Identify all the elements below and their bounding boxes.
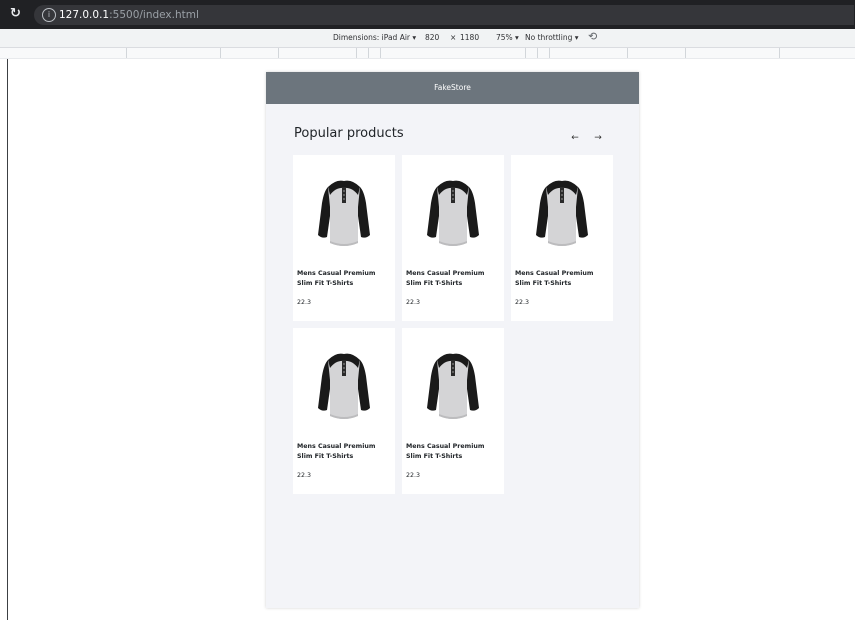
width-field[interactable]: 820: [425, 33, 439, 43]
product-price: 22.3: [406, 299, 421, 306]
product-card[interactable]: Mens Casual Premium Slim Fit T-Shirts 22…: [402, 155, 504, 321]
emulated-viewport: FakeStore Popular products ← → Mens Casu…: [0, 59, 855, 620]
url-bar[interactable]: i 127.0.0.1:5500/index.html: [34, 5, 854, 25]
product-card[interactable]: Mens Casual Premium Slim Fit T-Shirts 22…: [511, 155, 613, 321]
ruler-tick: [278, 48, 279, 58]
device-toolbar: Dimensions: iPad Air ▾ 820 × 1180 75% ▾ …: [0, 29, 855, 48]
ruler-tick: [368, 48, 369, 58]
henley-shirt-icon: [536, 180, 588, 246]
zoom-select[interactable]: 75% ▾: [496, 33, 519, 43]
ruler-tick: [779, 48, 780, 58]
device-select[interactable]: Dimensions: iPad Air ▾: [333, 33, 416, 43]
product-title: Mens Casual Premium Slim Fit T-Shirts: [406, 443, 485, 460]
url-host: 127.0.0.1: [59, 9, 110, 21]
henley-shirt-icon: [427, 353, 479, 419]
ruler-tick: [380, 48, 381, 58]
throttling-select[interactable]: No throttling ▾: [525, 33, 579, 43]
reload-icon[interactable]: ↻: [10, 7, 24, 21]
product-title: Mens Casual Premium Slim Fit T-Shirts: [406, 270, 485, 287]
dimension-times: ×: [450, 33, 457, 42]
ruler-tick: [356, 48, 357, 58]
ruler-tick: [220, 48, 221, 58]
product-title: Mens Casual Premium Slim Fit T-Shirts: [297, 270, 376, 287]
next-arrow-button[interactable]: →: [591, 132, 605, 144]
prev-arrow-button[interactable]: ←: [568, 132, 582, 144]
product-price: 22.3: [515, 299, 530, 306]
store-header: FakeStore: [266, 72, 639, 104]
media-query-ruler[interactable]: [0, 48, 855, 59]
henley-shirt-icon: [318, 180, 370, 246]
product-price: 22.3: [406, 472, 421, 479]
henley-shirt-icon: [318, 353, 370, 419]
rotate-icon[interactable]: ⟲: [588, 31, 600, 43]
browser-address-bar: ↻ i 127.0.0.1:5500/index.html: [0, 0, 855, 29]
device-page: FakeStore Popular products ← → Mens Casu…: [266, 72, 639, 608]
url-text[interactable]: 127.0.0.1:5500/index.html: [59, 8, 199, 22]
product-card[interactable]: Mens Casual Premium Slim Fit T-Shirts 22…: [293, 155, 395, 321]
info-icon[interactable]: i: [42, 8, 56, 22]
henley-shirt-icon: [427, 180, 479, 246]
product-card[interactable]: Mens Casual Premium Slim Fit T-Shirts 22…: [293, 328, 395, 494]
ruler-tick: [537, 48, 538, 58]
product-price: 22.3: [297, 299, 312, 306]
ruler-tick: [525, 48, 526, 58]
ruler-tick: [549, 48, 550, 58]
ruler-tick: [685, 48, 686, 58]
ruler-tick: [627, 48, 628, 58]
height-field[interactable]: 1180: [460, 33, 479, 43]
product-card[interactable]: Mens Casual Premium Slim Fit T-Shirts 22…: [402, 328, 504, 494]
viewport-left-edge: [7, 59, 8, 620]
ruler-tick: [126, 48, 127, 58]
product-price: 22.3: [297, 472, 312, 479]
product-title: Mens Casual Premium Slim Fit T-Shirts: [297, 443, 376, 460]
section-title: Popular products: [294, 126, 404, 141]
product-title: Mens Casual Premium Slim Fit T-Shirts: [515, 270, 594, 287]
url-path: :5500/index.html: [109, 9, 199, 21]
brand-logo[interactable]: FakeStore: [434, 83, 471, 92]
